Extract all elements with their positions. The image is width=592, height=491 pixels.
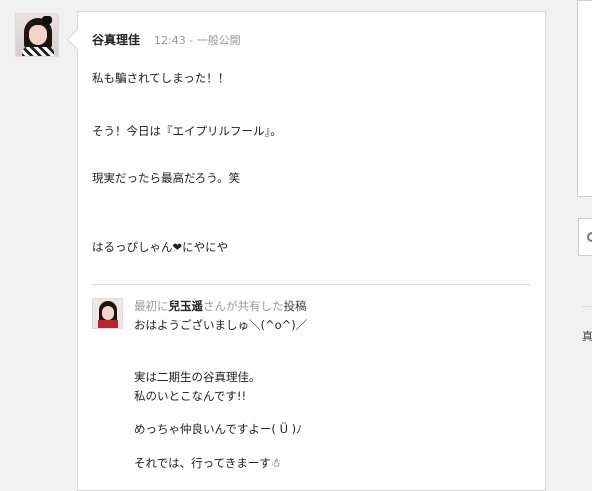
author-avatar[interactable]	[15, 13, 59, 57]
shared-avatar-face	[102, 306, 114, 320]
shared-author-name[interactable]: 兒玉遥	[169, 299, 204, 313]
post-text: はるっぴしゃん	[92, 240, 173, 254]
right-text: 真	[582, 330, 592, 343]
post-line: そう！今日は『エイプリルフール』。	[92, 124, 282, 138]
post-text-tail: にやにや	[182, 240, 229, 254]
post-time[interactable]: 12:43	[154, 34, 186, 47]
share-divider	[92, 284, 531, 285]
avatar-bow	[42, 16, 52, 24]
right-panel	[577, 0, 592, 197]
shared-avatar-body	[98, 320, 118, 328]
author-name[interactable]: 谷真理佳	[92, 31, 140, 48]
post-line-last: はるっぴしゃん❤にやにや	[92, 239, 228, 255]
shared-line: 私のいとこなんです!!	[134, 389, 247, 403]
search-icon	[587, 232, 592, 242]
post-card: 谷真理佳 12:43 - 一般公開 私も騙されてしまった！！ そう！今日は『エイ…	[77, 11, 546, 491]
avatar-body	[22, 47, 54, 56]
post-meta: 12:43 - 一般公開	[154, 32, 241, 48]
search-box[interactable]	[578, 218, 592, 256]
post-line: 現実だったら最高だろう。笑	[92, 171, 241, 185]
meta-separator: -	[189, 34, 194, 47]
shared-line: めっちゃ仲良いんですよー( Ü )ﾉ	[134, 422, 302, 436]
shared-prefix: 最初に	[134, 299, 169, 313]
shared-post-link[interactable]: 投稿	[284, 299, 307, 313]
post-line: 私も騙されてしまった！！	[92, 71, 230, 85]
avatar-face	[29, 25, 47, 45]
heart-icon: ❤	[172, 240, 183, 254]
visibility-label[interactable]: 一般公開	[197, 34, 241, 47]
shared-mid: さんが共有した	[203, 299, 284, 313]
shared-line: 実は二期生の谷真理佳。	[134, 370, 261, 384]
shared-meta: 最初に兒玉遥さんが共有した投稿	[134, 298, 307, 314]
right-divider	[582, 306, 592, 307]
shared-line: おはようございましゅ＼(^o^)／	[134, 318, 308, 332]
shared-author-avatar[interactable]	[92, 298, 123, 329]
shared-line: それでは、行ってきまーす☃	[134, 456, 282, 470]
